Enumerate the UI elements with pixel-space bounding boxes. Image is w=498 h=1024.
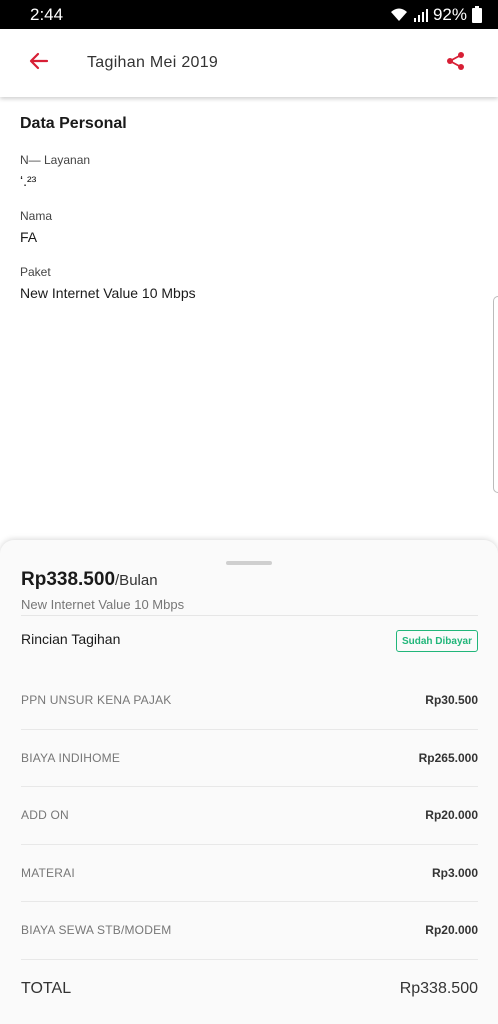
details-title: Rincian Tagihan bbox=[21, 631, 121, 647]
sheet-drag-handle[interactable] bbox=[226, 561, 272, 565]
field-value: FA bbox=[20, 229, 38, 245]
field-label: N— Layanan bbox=[20, 153, 91, 167]
section-title: Data Personal bbox=[20, 115, 127, 132]
arrow-left-icon bbox=[29, 51, 49, 76]
battery-percent: 92% bbox=[432, 4, 467, 24]
package-name: New Internet Value 10 Mbps bbox=[21, 597, 185, 612]
price-period: /Bulan bbox=[115, 572, 158, 589]
status-time: 2:44 bbox=[30, 4, 64, 24]
field-label: Nama bbox=[20, 209, 53, 223]
item-label: MATERAI bbox=[21, 865, 75, 880]
item-value: Rp20.000 bbox=[425, 923, 478, 938]
item-label: BIAYA INDIHOME bbox=[21, 750, 121, 765]
field-package: Paket New Internet Value 10 Mbps bbox=[20, 265, 480, 301]
list-item: ADD ON Rp20.000 bbox=[21, 787, 478, 845]
price-amount: Rp338.500 bbox=[21, 569, 116, 590]
item-label: BIAYA SEWA STB/MODEM bbox=[21, 923, 172, 938]
list-item: PPN UNSUR KENA PAJAK Rp30.500 bbox=[21, 672, 478, 730]
list-item: BIAYA INDIHOME Rp265.000 bbox=[21, 730, 478, 787]
total-value: Rp338.500 bbox=[399, 980, 478, 997]
edge-panel-handle[interactable] bbox=[493, 296, 498, 493]
share-icon bbox=[446, 51, 466, 76]
bill-sheet: Rp338.500 /Bulan New Internet Value 10 M… bbox=[0, 540, 498, 1024]
field-name: Nama FA bbox=[20, 209, 480, 245]
field-value: ʻ.²³ bbox=[20, 173, 37, 189]
battery-icon bbox=[472, 6, 482, 23]
price-row: Rp338.500 /Bulan bbox=[21, 569, 158, 591]
divider bbox=[21, 615, 478, 616]
app-bar: Tagihan Mei 2019 bbox=[0, 29, 498, 97]
field-service-number: N— Layanan ʻ.²³ bbox=[20, 153, 480, 189]
wifi-icon bbox=[389, 7, 409, 23]
item-label: ADD ON bbox=[21, 808, 69, 823]
bill-items: PPN UNSUR KENA PAJAK Rp30.500 BIAYA INDI… bbox=[21, 672, 478, 960]
field-label: Paket bbox=[20, 265, 51, 279]
status-bar: 2:44 92% bbox=[0, 0, 498, 29]
item-label: PPN UNSUR KENA PAJAK bbox=[21, 693, 172, 708]
field-value: New Internet Value 10 Mbps bbox=[20, 285, 196, 301]
item-value: Rp3.000 bbox=[431, 865, 478, 880]
signal-icon bbox=[413, 8, 428, 22]
total-row: TOTAL Rp338.500 bbox=[21, 980, 478, 998]
item-value: Rp20.000 bbox=[425, 808, 478, 823]
share-button[interactable] bbox=[436, 43, 476, 83]
list-item: BIAYA SEWA STB/MODEM Rp20.000 bbox=[21, 902, 478, 960]
total-label: TOTAL bbox=[21, 980, 72, 997]
personal-data-section: Data Personal N— Layanan ʻ.²³ Nama FA Pa… bbox=[20, 97, 480, 301]
page-title: Tagihan Mei 2019 bbox=[87, 54, 219, 71]
list-item: MATERAI Rp3.000 bbox=[21, 845, 478, 902]
item-value: Rp30.500 bbox=[425, 693, 478, 708]
status-icons: 92% bbox=[389, 5, 482, 25]
item-value: Rp265.000 bbox=[418, 750, 478, 765]
back-button[interactable] bbox=[19, 43, 59, 83]
status-badge: Sudah Dibayar bbox=[395, 630, 478, 652]
